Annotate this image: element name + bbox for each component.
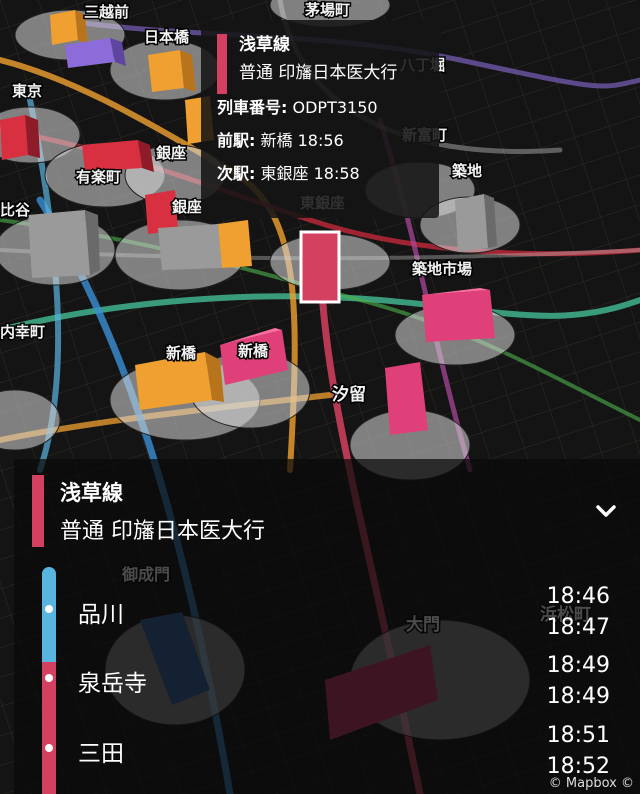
station-label-mitsukoshimae: 三越前 <box>84 3 129 21</box>
station-label-tsukijishijo: 築地市場 <box>411 260 472 278</box>
station-label-ginza2: 銀座 <box>172 198 202 216</box>
train-block-orange <box>50 10 88 45</box>
stop-dot <box>45 605 53 613</box>
arrival-time: 18:46 <box>546 584 610 609</box>
train-block-orange <box>218 220 252 268</box>
train-block-gray <box>28 210 100 278</box>
station-label-kayabacho: 茅場町 <box>305 1 350 19</box>
train-block-pink <box>422 288 495 342</box>
arrival-time: 18:51 <box>546 723 610 748</box>
tooltip-destination: 普通 印旛日本医大行 <box>239 63 398 83</box>
station-label-tsukiji: 築地 <box>451 162 482 180</box>
line-color-bar <box>217 34 227 94</box>
stop-name: 泉岳寺 <box>78 671 147 697</box>
stop-row[interactable]: 品川 18:46 18:47 <box>14 559 640 640</box>
station-label-hibiya: 比谷 <box>0 201 31 219</box>
train-block-selected <box>299 230 341 304</box>
stop-name: 三田 <box>78 741 124 767</box>
tooltip-previous-station: 前駅: 新橋 18:56 <box>217 131 344 150</box>
tooltip-next-station: 次駅: 東銀座 18:58 <box>217 164 360 183</box>
tooltip-line-name: 浅草線 <box>239 35 290 55</box>
panel-line-name: 浅草線 <box>60 481 123 505</box>
stop-row[interactable]: 泉岳寺 18:49 18:49 <box>14 629 640 709</box>
station-label-nihombashi: 日本橋 <box>144 28 190 46</box>
panel-line-color-bar <box>32 475 44 547</box>
train-block-gray <box>455 194 497 252</box>
stop-list: 品川 18:46 18:47 泉岳寺 18:49 18:49 三田 18:51 … <box>14 559 640 794</box>
station-label-uchisaiwaicho: 内幸町 <box>0 323 45 341</box>
train-detail-panel: 浅草線 普通 印旛日本医大行 品川 18:46 18:47 泉岳寺 18:49 … <box>14 459 640 794</box>
station-label-shimbashi1: 新橋 <box>166 344 197 362</box>
chevron-down-icon[interactable] <box>592 497 620 525</box>
panel-header: 浅草線 普通 印旛日本医大行 <box>14 459 640 555</box>
station-label-ginza1: 銀座 <box>156 144 186 162</box>
station-label-yurakucho: 有楽町 <box>76 168 121 186</box>
train-block-gray <box>158 224 222 270</box>
station-label-shiodome: 汐留 <box>332 384 366 405</box>
train-block-orange <box>148 50 196 92</box>
train-tooltip: 浅草線 普通 印旛日本医大行 列車番号: ODPT3150 前駅: 新橋 18:… <box>201 20 439 218</box>
stop-dot <box>45 744 53 752</box>
train-block-red <box>0 115 40 160</box>
station-label-tokyo: 東京 <box>12 82 42 100</box>
arrival-time: 18:49 <box>546 653 610 678</box>
stop-dot <box>45 674 53 682</box>
panel-destination: 普通 印旛日本医大行 <box>60 519 265 544</box>
stop-name: 品川 <box>78 602 124 628</box>
map-attribution[interactable]: © Mapbox © <box>549 776 634 791</box>
station-label-shimbashi2: 新橋 <box>238 342 269 360</box>
tooltip-train-number: 列車番号: ODPT3150 <box>217 98 378 117</box>
stop-row[interactable]: 三田 18:51 18:52 <box>14 699 640 779</box>
